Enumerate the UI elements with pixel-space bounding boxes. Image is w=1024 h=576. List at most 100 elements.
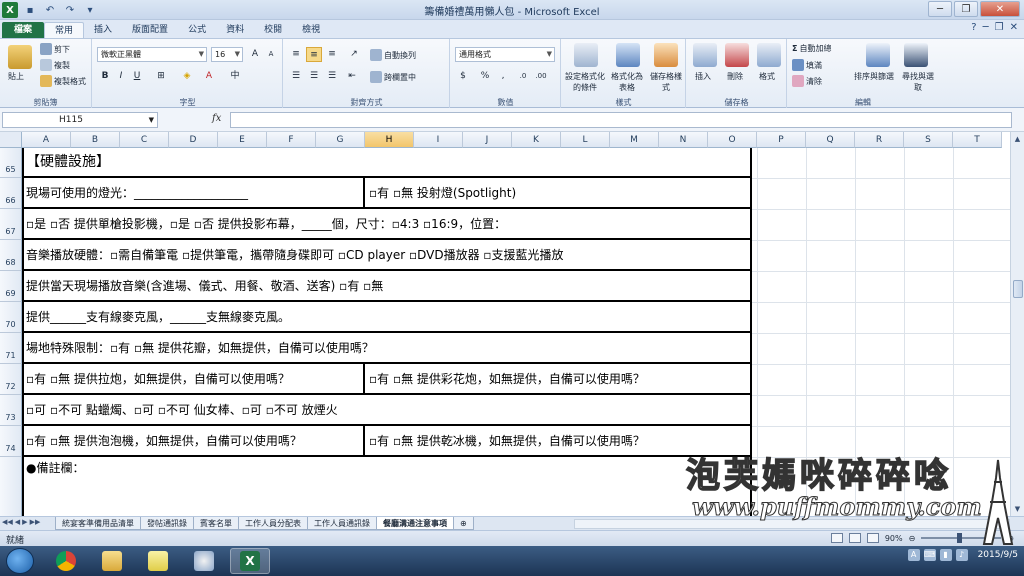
italic-button[interactable]: I (113, 69, 129, 84)
conditional-format-button[interactable]: 設定格式化的條件 (564, 71, 606, 93)
column-header-t[interactable]: T (953, 132, 1002, 148)
bold-button[interactable]: B (97, 69, 113, 84)
insert-cells-icon[interactable] (693, 43, 717, 67)
decrease-decimal-icon[interactable]: .00 (533, 69, 549, 84)
align-top-icon[interactable]: ≡ (288, 47, 304, 62)
scroll-up-icon[interactable]: ▲ (1011, 132, 1024, 146)
formula-input[interactable] (230, 112, 1012, 128)
column-header-b[interactable]: B (71, 132, 120, 148)
tab-data[interactable]: 資料 (216, 22, 254, 38)
column-header-r[interactable]: R (855, 132, 904, 148)
spreadsheet-grid[interactable]: ABCDEFGHIJKLMNOPQRST 65 66 67 68 69 70 71 72 73 7… (0, 132, 1010, 516)
format-table-icon[interactable] (616, 43, 640, 67)
tab-insert[interactable]: 插入 (84, 22, 122, 38)
format-painter-button[interactable]: 複製格式 (40, 75, 86, 87)
delete-cells-icon[interactable] (725, 43, 749, 67)
column-header-d[interactable]: D (169, 132, 218, 148)
popper-row[interactable]: ▫有 ▫無 提供拉炮，如無提供，自備可以使用嗎？ ▫有 ▫無 提供彩花炮，如無提… (24, 364, 750, 395)
tab-review[interactable]: 校閱 (254, 22, 292, 38)
start-orb[interactable] (6, 548, 34, 574)
lighting-left-cell[interactable]: 現場可使用的燈光：___________________ (26, 178, 248, 207)
sheet-tab[interactable]: 餐廳溝通注意事項 (376, 517, 454, 530)
fill-button[interactable]: 填滿 (792, 59, 822, 71)
network-icon[interactable]: ▮ (939, 549, 952, 561)
binoculars-icon[interactable] (904, 43, 928, 67)
column-header-f[interactable]: F (267, 132, 316, 148)
next-sheet-icon[interactable]: ▶ (22, 518, 27, 526)
wrap-text-button[interactable]: 自動換列 (370, 49, 416, 61)
column-header-g[interactable]: G (316, 132, 365, 148)
sort-filter-button[interactable]: 排序與篩選 (854, 71, 894, 82)
orientation-icon[interactable]: ↗ (346, 47, 362, 62)
align-center-icon[interactable]: ☰ (306, 69, 322, 84)
align-right-icon[interactable]: ☰ (324, 69, 340, 84)
page-break-view-icon[interactable] (866, 533, 879, 543)
insert-cells-button[interactable]: 插入 (695, 71, 711, 82)
fire-row[interactable]: ▫可 ▫不可 點蠟燭、▫可 ▫不可 仙女棒、▫可 ▫不可 放煙火 (24, 395, 750, 426)
page-layout-view-icon[interactable] (848, 533, 861, 543)
mic-row[interactable]: 提供______支有線麥克風，______支無線麥克風。 (24, 302, 750, 333)
lighting-right-cell[interactable]: ▫有 ▫無 投射燈(Spotlight) (369, 178, 516, 207)
help-icon[interactable]: ? (971, 22, 976, 33)
first-sheet-icon[interactable]: ◀◀ (2, 518, 13, 526)
bubble-left-cell[interactable]: ▫有 ▫無 提供泡泡機，如無提供，自備可以使用嗎？ (26, 426, 302, 455)
restriction-row[interactable]: 場地特殊限制：▫有 ▫無 提供花瓣，如無提供，自備可以使用嗎？ (24, 333, 750, 364)
volume-icon[interactable]: ♪ (955, 549, 968, 561)
zoom-in-icon[interactable]: ⊕ (1007, 534, 1014, 543)
tab-page-layout[interactable]: 版面配置 (122, 22, 178, 38)
scroll-down-icon[interactable]: ▼ (1011, 502, 1024, 516)
row-header-67[interactable]: 67 (0, 209, 22, 240)
indent-icon[interactable]: ⇤ (344, 69, 360, 84)
vertical-scrollbar[interactable]: ▲ ▼ (1010, 132, 1024, 516)
increase-decimal-icon[interactable]: .0 (515, 69, 531, 84)
column-header-j[interactable]: J (463, 132, 512, 148)
column-header-s[interactable]: S (904, 132, 953, 148)
column-header-q[interactable]: Q (806, 132, 855, 148)
insert-function-button[interactable]: fx (212, 113, 221, 124)
form-title[interactable]: 【硬體設施】 (24, 148, 750, 178)
chrome-taskbar-item[interactable] (46, 548, 86, 574)
music-row[interactable]: 提供當天現場播放音樂(含進場、儀式、用餐、敬酒、送客) ▫有 ▫無 (24, 271, 750, 302)
underline-button[interactable]: U (129, 69, 145, 84)
paste-button[interactable]: 貼上 (8, 71, 24, 82)
notes-row[interactable]: ●備註欄： (24, 457, 750, 516)
prev-sheet-icon[interactable]: ◀ (15, 518, 20, 526)
keyboard-icon[interactable]: ⌨ (923, 549, 936, 561)
audio-row[interactable]: 音樂播放硬體：▫需自備筆電 ▫提供筆電，攜帶隨身碟即可 ▫CD player ▫… (24, 240, 750, 271)
lighting-row[interactable]: 現場可使用的燈光：___________________ ▫有 ▫無 投射燈(S… (24, 178, 750, 209)
paint-taskbar-item[interactable] (184, 548, 224, 574)
shrink-font-icon[interactable]: A (263, 47, 279, 62)
zoom-slider-knob[interactable] (957, 533, 963, 543)
grow-font-icon[interactable]: A (247, 47, 263, 62)
row-header-71[interactable]: 71 (0, 333, 22, 364)
clock[interactable]: 2015/9/5 (978, 549, 1018, 561)
fill-color-icon[interactable]: ◈ (179, 69, 195, 84)
zoom-slider[interactable] (921, 533, 1002, 543)
column-header-o[interactable]: O (708, 132, 757, 148)
find-select-button[interactable]: 尋找與選取 (900, 71, 936, 93)
scroll-thumb[interactable] (1013, 280, 1023, 298)
popper-right-cell[interactable]: ▫有 ▫無 提供彩花炮，如無提供，自備可以使用嗎？ (369, 364, 645, 393)
cut-button[interactable]: 剪下 (40, 43, 70, 55)
folder-taskbar-item[interactable] (92, 548, 132, 574)
close-button[interactable]: ✕ (980, 1, 1020, 17)
bubble-right-cell[interactable]: ▫有 ▫無 提供乾冰機，如無提供，自備可以使用嗎？ (369, 426, 645, 455)
row-header-65[interactable]: 65 (0, 148, 22, 178)
restore-icon[interactable]: ❐ (995, 22, 1004, 33)
font-size-select[interactable]: 16 ▼ (211, 47, 243, 62)
row-header-73[interactable]: 73 (0, 395, 22, 426)
excel-taskbar-item[interactable]: X (230, 548, 270, 574)
ime-icon[interactable]: A (907, 549, 920, 561)
copy-button[interactable]: 複製 (40, 59, 70, 71)
merge-center-button[interactable]: 跨欄置中 (370, 71, 416, 83)
normal-view-icon[interactable] (830, 533, 843, 543)
tab-view[interactable]: 檢視 (292, 22, 330, 38)
ribbon-minimize-icon[interactable]: ─ (983, 22, 989, 33)
projector-row[interactable]: ▫是 ▫否 提供單槍投影機，▫是 ▫否 提供投影布幕，_____個，尺寸：▫4:… (24, 209, 750, 240)
new-sheet-icon[interactable]: ⊕ (453, 517, 474, 530)
sort-filter-icon[interactable] (866, 43, 890, 67)
popper-left-cell[interactable]: ▫有 ▫無 提供拉炮，如無提供，自備可以使用嗎？ (26, 364, 290, 393)
zoom-level[interactable]: 90% (885, 534, 903, 543)
notes-taskbar-item[interactable] (138, 548, 178, 574)
maximize-button[interactable]: ❐ (954, 1, 978, 17)
